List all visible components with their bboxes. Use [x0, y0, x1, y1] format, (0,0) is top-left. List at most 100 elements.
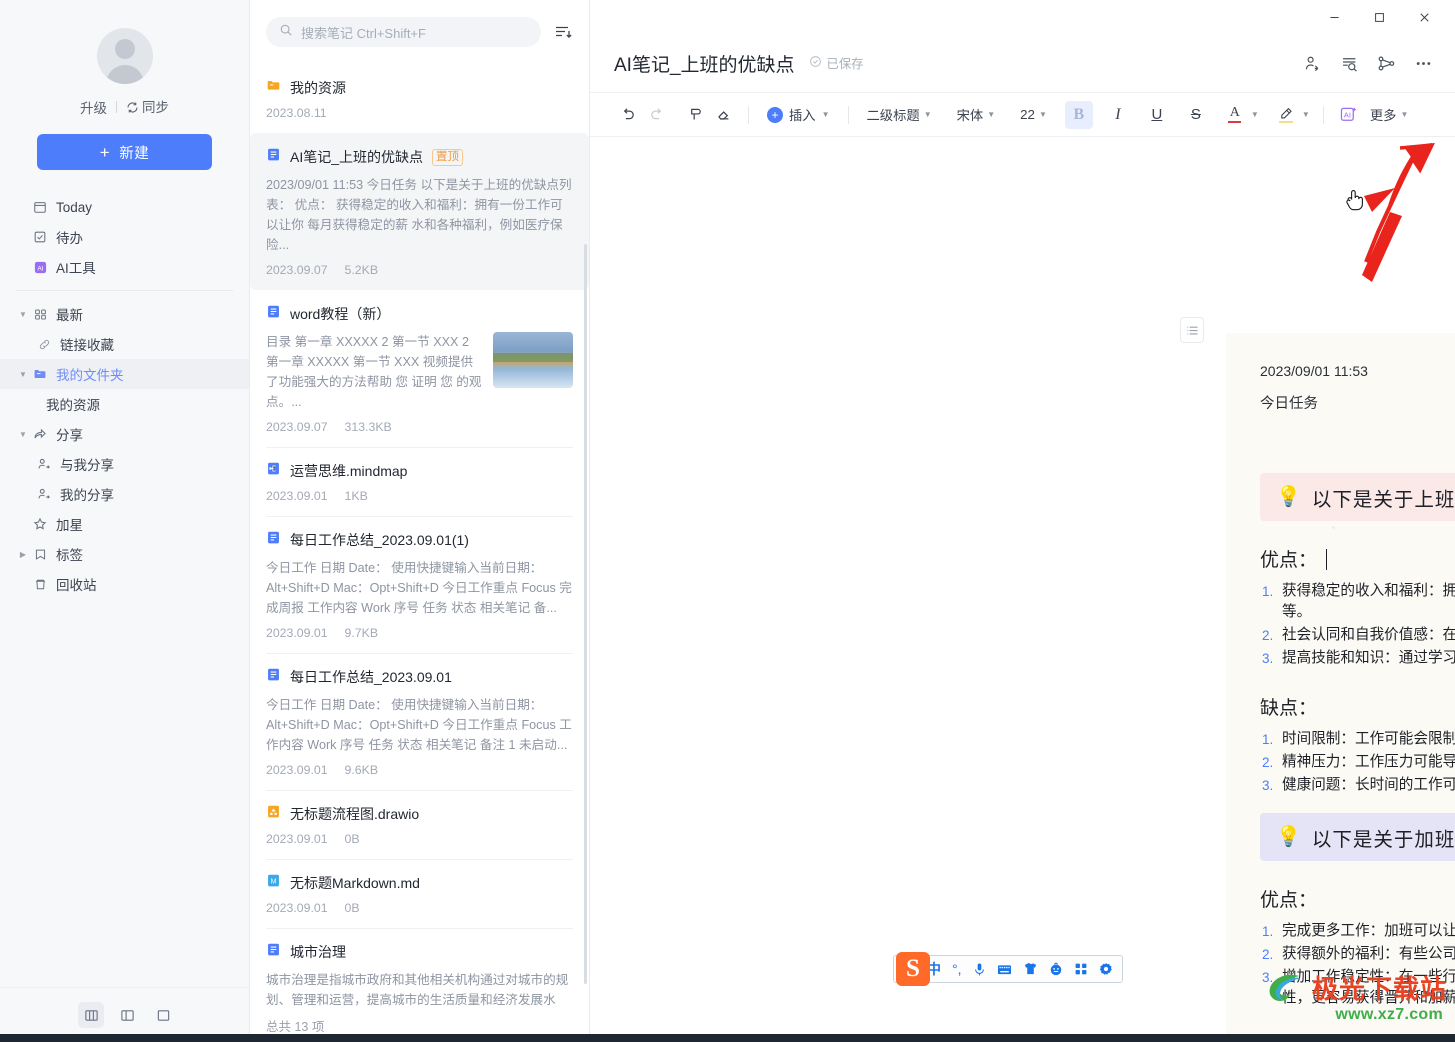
note-thumbnail — [493, 332, 573, 388]
three-pane-view-button[interactable] — [78, 1002, 104, 1028]
outline-icon[interactable] — [1180, 317, 1204, 343]
list-item[interactable]: 运营思维.mindmap 2023.09.01 1KB — [250, 447, 589, 516]
highlight-dropdown[interactable]: ▼ — [1300, 101, 1312, 129]
list-item[interactable]: word教程（新） 目录 第一章 XXXXX 2 第一节 XXX 2 第一章 X… — [250, 290, 589, 447]
apps-icon[interactable] — [1074, 962, 1088, 976]
sidebar-item-ai-tools[interactable]: AI AI工具 — [0, 252, 249, 282]
svg-text:AI: AI — [37, 265, 43, 272]
sidebar-item-tags[interactable]: ▶ 标签 — [0, 539, 249, 569]
upgrade-button[interactable]: 升级 — [80, 97, 107, 117]
font-family-select[interactable]: 宋体 ▼ — [950, 101, 1003, 129]
note-paper[interactable]: 2023/09/01 11:53 今日任务 💡 以下是关于上班的优缺点列表： 优… — [1226, 333, 1455, 1042]
undo-icon[interactable] — [614, 101, 642, 129]
sidebar-item-trash[interactable]: 回收站 — [0, 569, 249, 599]
font-color-button[interactable]: A — [1221, 101, 1249, 129]
watermark-row: 极光下载站 — [1265, 969, 1447, 1006]
sidebar-item-recent[interactable]: ▼ 最新 — [0, 299, 249, 329]
settings-icon[interactable] — [1099, 962, 1113, 976]
share-user-icon[interactable] — [1303, 54, 1322, 73]
list-item[interactable]: 我的资源 2023.08.11 — [250, 64, 589, 133]
sidebar-item-my-folder[interactable]: ▼ 我的文件夹 — [0, 359, 249, 389]
doc-icon — [266, 667, 281, 687]
sidebar-item-my-shares[interactable]: 我的分享 — [0, 479, 249, 509]
note-list-scrollbar[interactable] — [584, 244, 587, 984]
note-head: 每日工作总结_2023.09.01(1) — [266, 530, 573, 550]
list-item-text: 社会认同和自我价值感：在工作场所中，你可以得到同事和上级的认可，从而提高自我价值… — [1282, 627, 1455, 643]
bold-button[interactable]: B — [1064, 100, 1093, 129]
sidebar-item-today[interactable]: Today — [0, 192, 249, 222]
close-icon[interactable] — [1402, 1, 1447, 33]
note-list-panel: 搜索笔记 Ctrl+Shift+F 我的资源 2023.08.11 AI笔记_上… — [250, 0, 590, 1042]
list-item: 精神压力：工作压力可能导致精神疲劳、焦虑和抑郁等心理问题。 — [1260, 752, 1455, 773]
more-button[interactable]: 更多 ▼ — [1363, 101, 1416, 129]
note-snippet: 城市治理是指城市政府和其他相关机构通过对城市的规划、管理和运营，提高城市的生活质… — [266, 973, 569, 1007]
relation-graph-icon[interactable] — [1377, 54, 1396, 73]
heading-select[interactable]: 二级标题 ▼ — [860, 101, 939, 129]
list-item: 提高技能和知识：通过学习和执行工作任务，你可以提高自己的技能和知识水平，从而增强… — [1260, 648, 1455, 669]
list-item[interactable]: 每日工作总结_2023.09.01 今日工作 日期 Date： 使用快捷键输入当… — [250, 653, 589, 790]
divider — [16, 290, 233, 291]
chevron-down-icon[interactable]: ▼ — [16, 310, 30, 319]
share-icon — [30, 427, 50, 441]
sogou-ime-logo[interactable]: S — [896, 952, 930, 986]
insert-label: 插入 — [789, 108, 816, 123]
note-head: 无标题流程图.drawio — [266, 804, 573, 824]
note-title: 城市治理 — [290, 944, 346, 960]
search-input[interactable]: 搜索笔记 Ctrl+Shift+F — [266, 17, 541, 47]
chevron-down-icon[interactable]: ▼ — [16, 430, 30, 439]
window-bottom-edge — [0, 1034, 1455, 1042]
note-size: 0B — [344, 832, 360, 846]
doc-icon — [266, 942, 281, 962]
summary-search-icon[interactable] — [1340, 54, 1359, 73]
page-title[interactable]: AI笔记_上班的优缺点 — [614, 50, 795, 77]
font-size-select[interactable]: 22 ▼ — [1013, 101, 1054, 129]
minimize-icon[interactable] — [1312, 1, 1357, 33]
sidebar-item-label: 链接收藏 — [60, 338, 114, 353]
sidebar-item-share[interactable]: ▼ 分享 — [0, 419, 249, 449]
sidebar: 升级 同步 + 新建 Today 待办 AI AI工具 ▼ 最新 链接收藏 ▼ … — [0, 0, 250, 1042]
emoji-icon[interactable] — [1049, 962, 1063, 976]
redo-icon[interactable] — [642, 101, 670, 129]
maximize-icon[interactable] — [1357, 1, 1402, 33]
sidebar-item-shared-with-me[interactable]: 与我分享 — [0, 449, 249, 479]
markdown-icon: M — [266, 873, 281, 893]
sidebar-item-link-favorites[interactable]: 链接收藏 — [0, 329, 249, 359]
list-item[interactable]: 城市治理 城市治理是指城市政府和其他相关机构通过对城市的规划、管理和运营，提高城… — [250, 928, 589, 1008]
single-pane-view-button[interactable] — [150, 1002, 176, 1028]
user-avatar-icon[interactable] — [96, 28, 153, 84]
sidebar-item-todo[interactable]: 待办 — [0, 222, 249, 252]
highlighter-icon[interactable] — [1272, 101, 1300, 129]
strikethrough-button[interactable]: S — [1182, 101, 1210, 129]
ai-icon[interactable]: AI — [1335, 101, 1363, 129]
clear-format-icon[interactable] — [709, 101, 737, 129]
divider — [1322, 105, 1324, 124]
note-snippet: 今日工作 日期 Date： 使用快捷键输入当前日期：Alt+Shift+D Ma… — [266, 698, 572, 752]
new-button[interactable]: + 新建 — [37, 134, 212, 170]
ime-punctuation-toggle[interactable]: °, — [952, 961, 962, 977]
chevron-down-icon[interactable]: ▼ — [16, 370, 30, 379]
keyboard-icon[interactable] — [997, 963, 1012, 976]
search-placeholder: 搜索笔记 Ctrl+Shift+F — [301, 25, 426, 41]
sidebar-item-starred[interactable]: 加星 — [0, 509, 249, 539]
sort-icon[interactable] — [553, 22, 573, 42]
chevron-right-icon[interactable]: ▶ — [16, 550, 30, 559]
italic-button[interactable]: I — [1104, 101, 1132, 129]
format-painter-icon[interactable] — [681, 101, 709, 129]
list-item[interactable]: AI笔记_上班的优缺点 置顶 2023/09/01 11:53 今日任务 以下是… — [250, 133, 589, 290]
sync-button[interactable]: 同步 — [126, 96, 169, 117]
list-item[interactable]: 每日工作总结_2023.09.01(1) 今日工作 日期 Date： 使用快捷键… — [250, 516, 589, 653]
skin-icon[interactable] — [1023, 962, 1038, 976]
underline-button[interactable]: U — [1143, 101, 1171, 129]
list-item[interactable]: 无标题流程图.drawio 2023.09.01 0B — [250, 790, 589, 859]
lightbulb-icon: 💡 — [1276, 826, 1301, 848]
text-cursor — [1326, 549, 1328, 570]
font-color-dropdown[interactable]: ▼ — [1249, 101, 1261, 129]
two-pane-view-button[interactable] — [114, 1002, 140, 1028]
more-options-icon[interactable] — [1414, 54, 1433, 73]
sidebar-item-my-resources[interactable]: 我的资源 — [0, 389, 249, 419]
calendar-icon — [30, 200, 50, 214]
list-item[interactable]: M 无标题Markdown.md 2023.09.01 0B — [250, 859, 589, 928]
mic-icon[interactable] — [973, 962, 986, 977]
insert-button[interactable]: + 插入 ▼ — [760, 101, 837, 129]
font-size-label: 22 — [1020, 107, 1035, 122]
